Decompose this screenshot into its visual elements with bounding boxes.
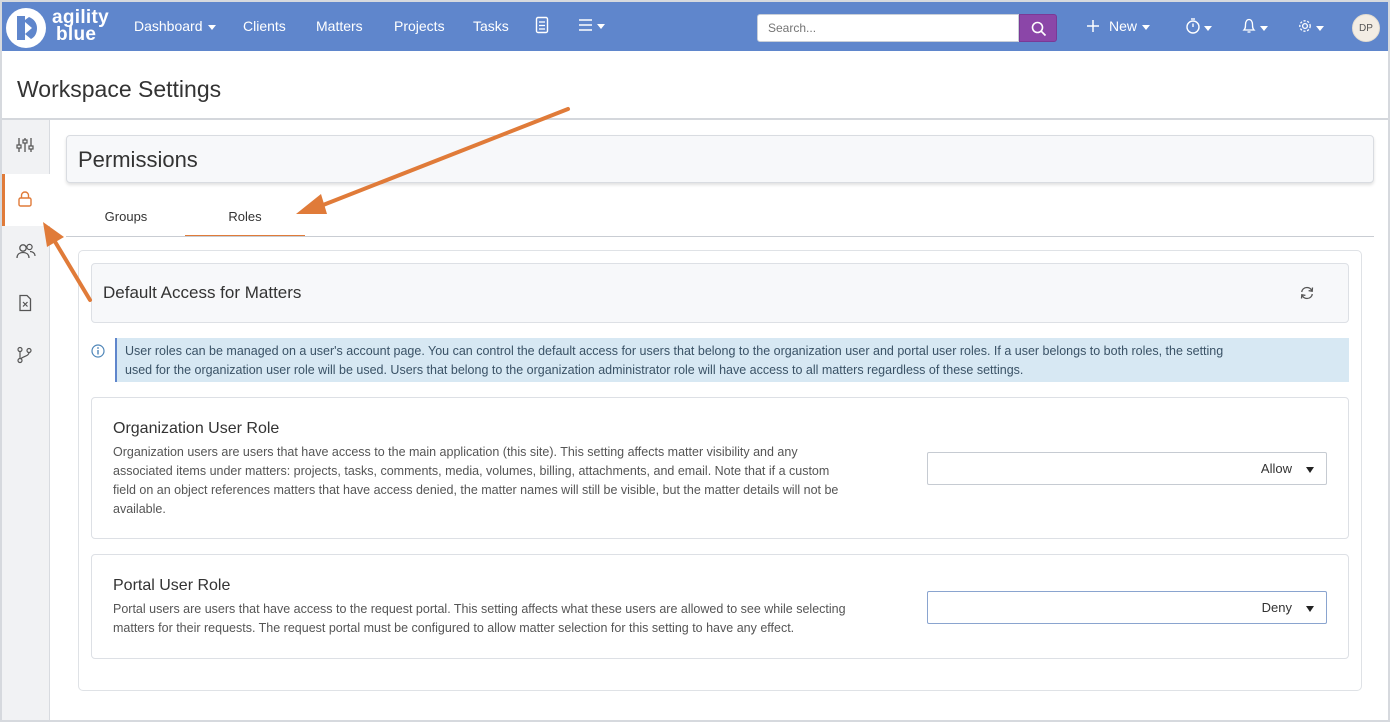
role-description-line: available. [113, 502, 166, 516]
stopwatch-icon [1186, 18, 1212, 34]
nav-dashboard[interactable]: Dashboard [134, 2, 216, 51]
sidebar-item-users[interactable] [2, 226, 50, 278]
section-header: Default Access for Matters [91, 263, 1349, 323]
role-description: Portal users are users that have access … [113, 600, 913, 638]
role-description-line: associated items under matters: projects… [113, 464, 830, 478]
select-value: Allow [1260, 461, 1292, 476]
nav-dashboard-label: Dashboard [134, 18, 203, 34]
top-navbar: agility blue Dashboard Clients Matters P… [2, 2, 1388, 51]
select-value: Deny [1261, 600, 1292, 615]
refresh-icon[interactable] [1299, 285, 1315, 301]
header-divider [2, 118, 1388, 120]
sidebar-item-file-types[interactable] [2, 278, 50, 330]
new-menu-label: New [1109, 18, 1138, 34]
nav-matters[interactable]: Matters [316, 2, 363, 51]
info-line-1: User roles can be managed on a user's ac… [125, 344, 1224, 358]
app-logo[interactable]: agility blue [6, 6, 118, 48]
role-description-line: field on an object references matters th… [113, 483, 839, 497]
users-icon [16, 243, 36, 259]
logo-mark-icon [6, 8, 46, 48]
nav-projects[interactable]: Projects [394, 2, 445, 51]
bell-icon [1242, 18, 1268, 33]
permissions-title: Permissions [78, 147, 198, 172]
file-x-icon [19, 294, 32, 312]
caret-down-icon [1306, 606, 1314, 612]
section-title: Default Access for Matters [103, 283, 302, 302]
role-description-line: Portal users are users that have access … [113, 602, 846, 616]
logo-wordmark: agility blue [52, 8, 109, 45]
tab-roles[interactable]: Roles [185, 208, 305, 237]
settings-sidebar [2, 120, 50, 720]
role-title: Portal User Role [113, 577, 231, 594]
permissions-header: Permissions [66, 135, 1374, 183]
role-description: Organization users are users that have a… [113, 443, 913, 519]
nav-tasks[interactable]: Tasks [473, 2, 509, 51]
settings-menu-button[interactable] [1297, 16, 1327, 38]
chevron-down-icon [207, 24, 216, 30]
branch-icon [17, 346, 32, 364]
user-avatar[interactable]: DP [1352, 14, 1380, 42]
caret-down-icon [1306, 467, 1314, 473]
search-icon [1031, 21, 1047, 37]
tabs-divider [66, 236, 1374, 237]
role-description-line: Organization users are users that have a… [113, 445, 798, 459]
info-icon [91, 344, 105, 358]
logo-line-2: blue [56, 24, 97, 45]
organization-user-role-card: Organization User Role Organization user… [91, 397, 1349, 539]
page-title: Workspace Settings [17, 76, 222, 102]
new-menu-button[interactable]: New [1087, 2, 1151, 51]
sidebar-item-permissions[interactable] [2, 174, 50, 226]
search-input[interactable] [757, 14, 1019, 42]
plus-icon [1087, 20, 1099, 32]
gear-icon [1299, 20, 1324, 32]
menu-icon[interactable] [578, 16, 608, 38]
notifications-menu-button[interactable] [1241, 16, 1271, 38]
timer-menu-button[interactable] [1185, 16, 1215, 38]
portal-user-role-card: Portal User Role Portal users are users … [91, 554, 1349, 659]
info-line-2: used for the organization user role will… [125, 363, 1024, 377]
info-alert: User roles can be managed on a user's ac… [115, 338, 1349, 382]
role-title: Organization User Role [113, 420, 280, 437]
nav-clients[interactable]: Clients [243, 2, 286, 51]
sliders-icon [16, 138, 34, 152]
role-description-line: matters for their requests. The request … [113, 621, 795, 635]
search-button[interactable] [1019, 14, 1057, 42]
lock-icon [18, 191, 32, 207]
portal-user-access-select[interactable]: Deny [927, 591, 1327, 624]
organization-user-access-select[interactable]: Allow [927, 452, 1327, 485]
notes-icon[interactable] [535, 16, 549, 38]
tab-groups[interactable]: Groups [86, 208, 166, 237]
sidebar-item-workflows[interactable] [2, 330, 50, 382]
chevron-down-icon [1142, 24, 1151, 30]
sidebar-item-general[interactable] [2, 120, 50, 172]
